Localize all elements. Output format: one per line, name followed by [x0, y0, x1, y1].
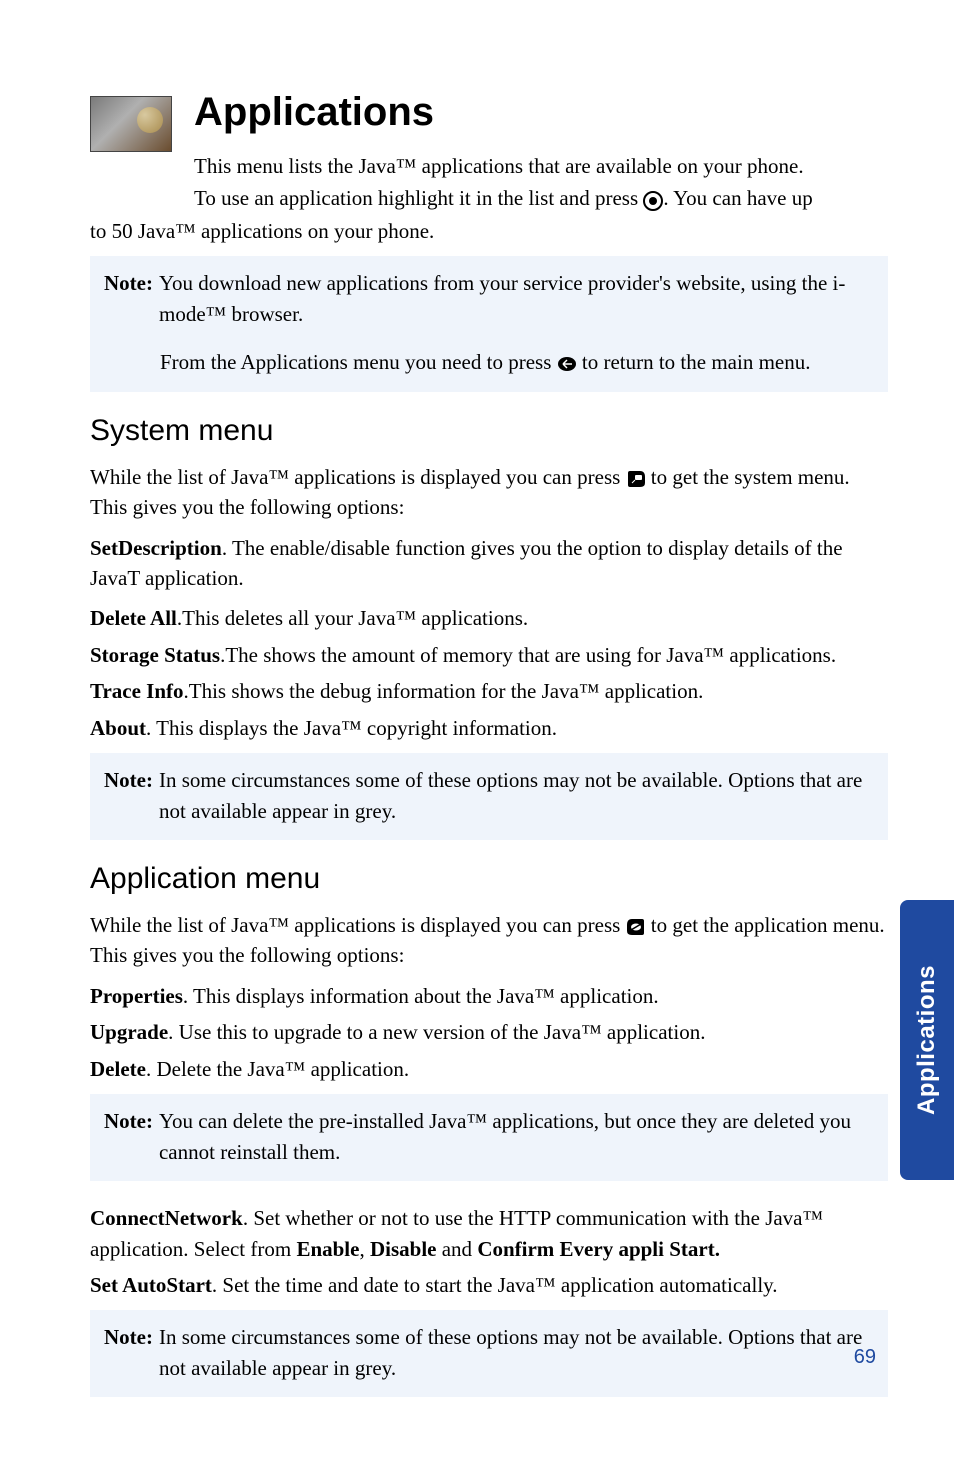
connect-sep1: ,: [359, 1237, 370, 1261]
note-box-2: Note: In some circumstances some of thes…: [90, 753, 888, 840]
properties-text: . This displays information about the Ja…: [183, 984, 659, 1008]
center-key-icon: [643, 191, 663, 211]
connect-disable: Disable: [370, 1237, 437, 1261]
app-menu-intro-a: While the list of Java™ applications is …: [90, 913, 626, 937]
side-tab: Applications: [900, 900, 954, 1180]
side-tab-label: Applications: [913, 965, 941, 1115]
delete-text: . Delete the Java™ application.: [146, 1057, 409, 1081]
about-item: About. This displays the Java™ copyright…: [90, 713, 888, 743]
right-softkey-icon: [626, 469, 646, 489]
note-extra-a: From the Applications menu you need to p…: [160, 350, 557, 374]
note-text: In some circumstances some of these opti…: [159, 765, 874, 826]
trace-info-text: .This shows the debug information for th…: [184, 679, 704, 703]
intro-line-1: This menu lists the Java™ applications t…: [194, 151, 813, 181]
upgrade-label: Upgrade: [90, 1020, 168, 1044]
upgrade-item: Upgrade. Use this to upgrade to a new ve…: [90, 1017, 888, 1047]
note-extra: From the Applications menu you need to p…: [160, 347, 874, 377]
set-autostart-item: Set AutoStart. Set the time and date to …: [90, 1270, 888, 1300]
connect-network-item: ConnectNetwork. Set whether or not to us…: [90, 1203, 888, 1264]
trace-info-item: Trace Info.This shows the debug informat…: [90, 676, 888, 706]
application-menu-heading: Application menu: [90, 862, 888, 896]
set-description-label: SetDescription: [90, 536, 222, 560]
delete-item: Delete. Delete the Java™ application.: [90, 1054, 888, 1084]
system-menu-intro-a: While the list of Java™ applications is …: [90, 465, 626, 489]
back-key-icon: [557, 354, 577, 374]
note-label: Note:: [104, 268, 153, 329]
intro-wrap: to 50 Java™ applications on your phone.: [90, 216, 888, 246]
delete-label: Delete: [90, 1057, 146, 1081]
note-text: You can delete the pre-installed Java™ a…: [159, 1106, 874, 1167]
trace-info-label: Trace Info: [90, 679, 184, 703]
upgrade-text: . Use this to upgrade to a new version o…: [168, 1020, 705, 1044]
page-number: 69: [854, 1346, 876, 1369]
left-softkey-icon: [626, 917, 646, 937]
set-autostart-label: Set AutoStart: [90, 1273, 212, 1297]
system-menu-heading: System menu: [90, 414, 888, 448]
app-menu-intro: While the list of Java™ applications is …: [90, 910, 888, 971]
properties-label: Properties: [90, 984, 183, 1008]
intro-line-2: To use an application highlight it in th…: [194, 183, 813, 213]
delete-all-text: .This deletes all your Java™ application…: [177, 606, 528, 630]
page-title: Applications: [194, 90, 813, 135]
note-box-4: Note: In some circumstances some of thes…: [90, 1310, 888, 1397]
delete-all-item: Delete All.This deletes all your Java™ a…: [90, 603, 888, 633]
system-menu-intro: While the list of Java™ applications is …: [90, 462, 888, 523]
note-label: Note:: [104, 1322, 153, 1383]
delete-all-label: Delete All: [90, 606, 177, 630]
connect-network-label: ConnectNetwork: [90, 1206, 243, 1230]
applications-thumbnail-icon: [90, 96, 172, 152]
note-box-1: Note: You download new applications from…: [90, 256, 888, 391]
set-description-item: SetDescription. The enable/disable funct…: [90, 533, 888, 594]
storage-status-text: .The shows the amount of memory that are…: [220, 643, 836, 667]
connect-confirm: Confirm Every appli Start.: [477, 1237, 720, 1261]
set-autostart-text: . Set the time and date to start the Jav…: [212, 1273, 778, 1297]
about-label: About: [90, 716, 146, 740]
note-label: Note:: [104, 1106, 153, 1167]
storage-status-item: Storage Status.The shows the amount of m…: [90, 640, 888, 670]
intro-line-2a: To use an application highlight it in th…: [194, 186, 643, 210]
note-text: You download new applications from your …: [159, 268, 874, 329]
about-text: . This displays the Java™ copyright info…: [146, 716, 557, 740]
note-text: In some circumstances some of these opti…: [159, 1322, 874, 1383]
note-box-3: Note: You can delete the pre-installed J…: [90, 1094, 888, 1181]
storage-status-label: Storage Status: [90, 643, 220, 667]
connect-enable: Enable: [296, 1237, 359, 1261]
note-extra-b: to return to the main menu.: [577, 350, 811, 374]
connect-sep2: and: [436, 1237, 477, 1261]
intro-line-2b: . You can have up: [663, 186, 812, 210]
note-label: Note:: [104, 765, 153, 826]
properties-item: Properties. This displays information ab…: [90, 981, 888, 1011]
